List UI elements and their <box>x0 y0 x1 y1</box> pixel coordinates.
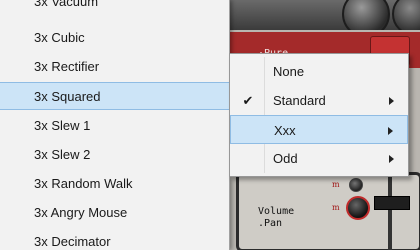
slider-thumb[interactable] <box>374 196 410 210</box>
list-item[interactable]: 3x Rectifier <box>0 53 229 81</box>
list-item[interactable]: 3x Slew 1 <box>0 112 229 140</box>
m-marker-icon: m <box>332 203 340 212</box>
small-knob[interactable] <box>349 178 363 192</box>
m-marker-icon: m <box>332 180 340 189</box>
volume-pan-label: Volume .Pan <box>258 206 295 229</box>
submenu-item-label: Odd <box>273 151 298 166</box>
list-item[interactable]: 3x Squared <box>0 82 229 110</box>
volume-knob[interactable] <box>346 196 370 220</box>
submenu-arrow-icon <box>389 97 394 105</box>
submenu-arrow-icon <box>388 127 393 135</box>
submenu-item-label: Xxx <box>274 123 296 138</box>
submenu-item[interactable]: ✔ Standard <box>230 86 408 115</box>
list-item[interactable]: 3x Cubic <box>0 24 229 52</box>
submenu-item[interactable]: None <box>230 57 408 86</box>
submenu-item[interactable]: Xxx <box>230 115 408 144</box>
oversampling-submenu: None ✔ Standard Xxx Odd <box>229 53 409 177</box>
list-item[interactable]: 3x Decimator <box>0 228 229 250</box>
checkmark-icon: ✔ <box>242 93 254 108</box>
list-item[interactable]: 3x Vacuum <box>0 0 229 16</box>
submenu-item[interactable]: Odd <box>230 144 408 173</box>
list-item[interactable]: 3x Random Walk <box>0 170 229 198</box>
submenu-item-label: Standard <box>273 93 326 108</box>
mode-list-menu: 3x Vacuum 3x Cubic 3x Rectifier 3x Squared 3… <box>0 0 230 250</box>
submenu-item-label: None <box>273 64 305 79</box>
submenu-arrow-icon <box>389 155 394 163</box>
list-item[interactable]: 3x Slew 2 <box>0 141 229 169</box>
list-item[interactable]: 3x Angry Mouse <box>0 199 229 227</box>
